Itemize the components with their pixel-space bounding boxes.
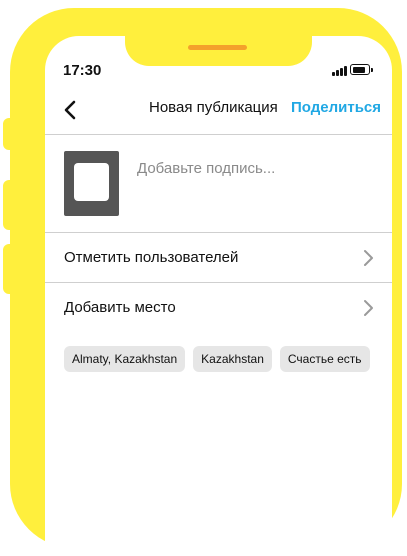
caption-divider [45,232,392,233]
tag-people-label: Отметить пользователей [64,249,239,266]
phone-screen: 17:30 Новая публикация Поделиться Отмети… [45,36,392,556]
back-arrow-icon[interactable] [59,98,83,122]
speaker-grille [188,45,247,50]
add-location-row[interactable]: Добавить место [45,284,392,332]
header-divider [45,134,392,135]
location-chip[interactable]: Kazakhstan [193,346,272,372]
add-location-label: Добавить место [64,299,176,316]
location-chip[interactable]: Almaty, Kazakhstan [64,346,186,372]
phone-notch [125,8,312,66]
chevron-right-icon [364,300,373,316]
signal-icon [332,66,348,76]
location-chip[interactable]: Счастье есть [279,346,370,372]
location-suggestions: Almaty, Kazakhstan Kazakhstan Счастье ес… [64,346,370,372]
phone-frame: 17:30 Новая публикация Поделиться Отмети… [10,8,402,556]
tag-people-row[interactable]: Отметить пользователей [45,234,392,282]
caption-input[interactable] [137,160,357,177]
page-title: Новая публикация [149,99,278,116]
row-divider [45,282,392,283]
chevron-right-icon [364,250,373,266]
photo-placeholder [74,163,109,201]
status-time: 17:30 [63,62,102,79]
photo-thumbnail[interactable] [64,151,119,216]
battery-icon [350,64,373,75]
share-button[interactable]: Поделиться [291,99,381,116]
